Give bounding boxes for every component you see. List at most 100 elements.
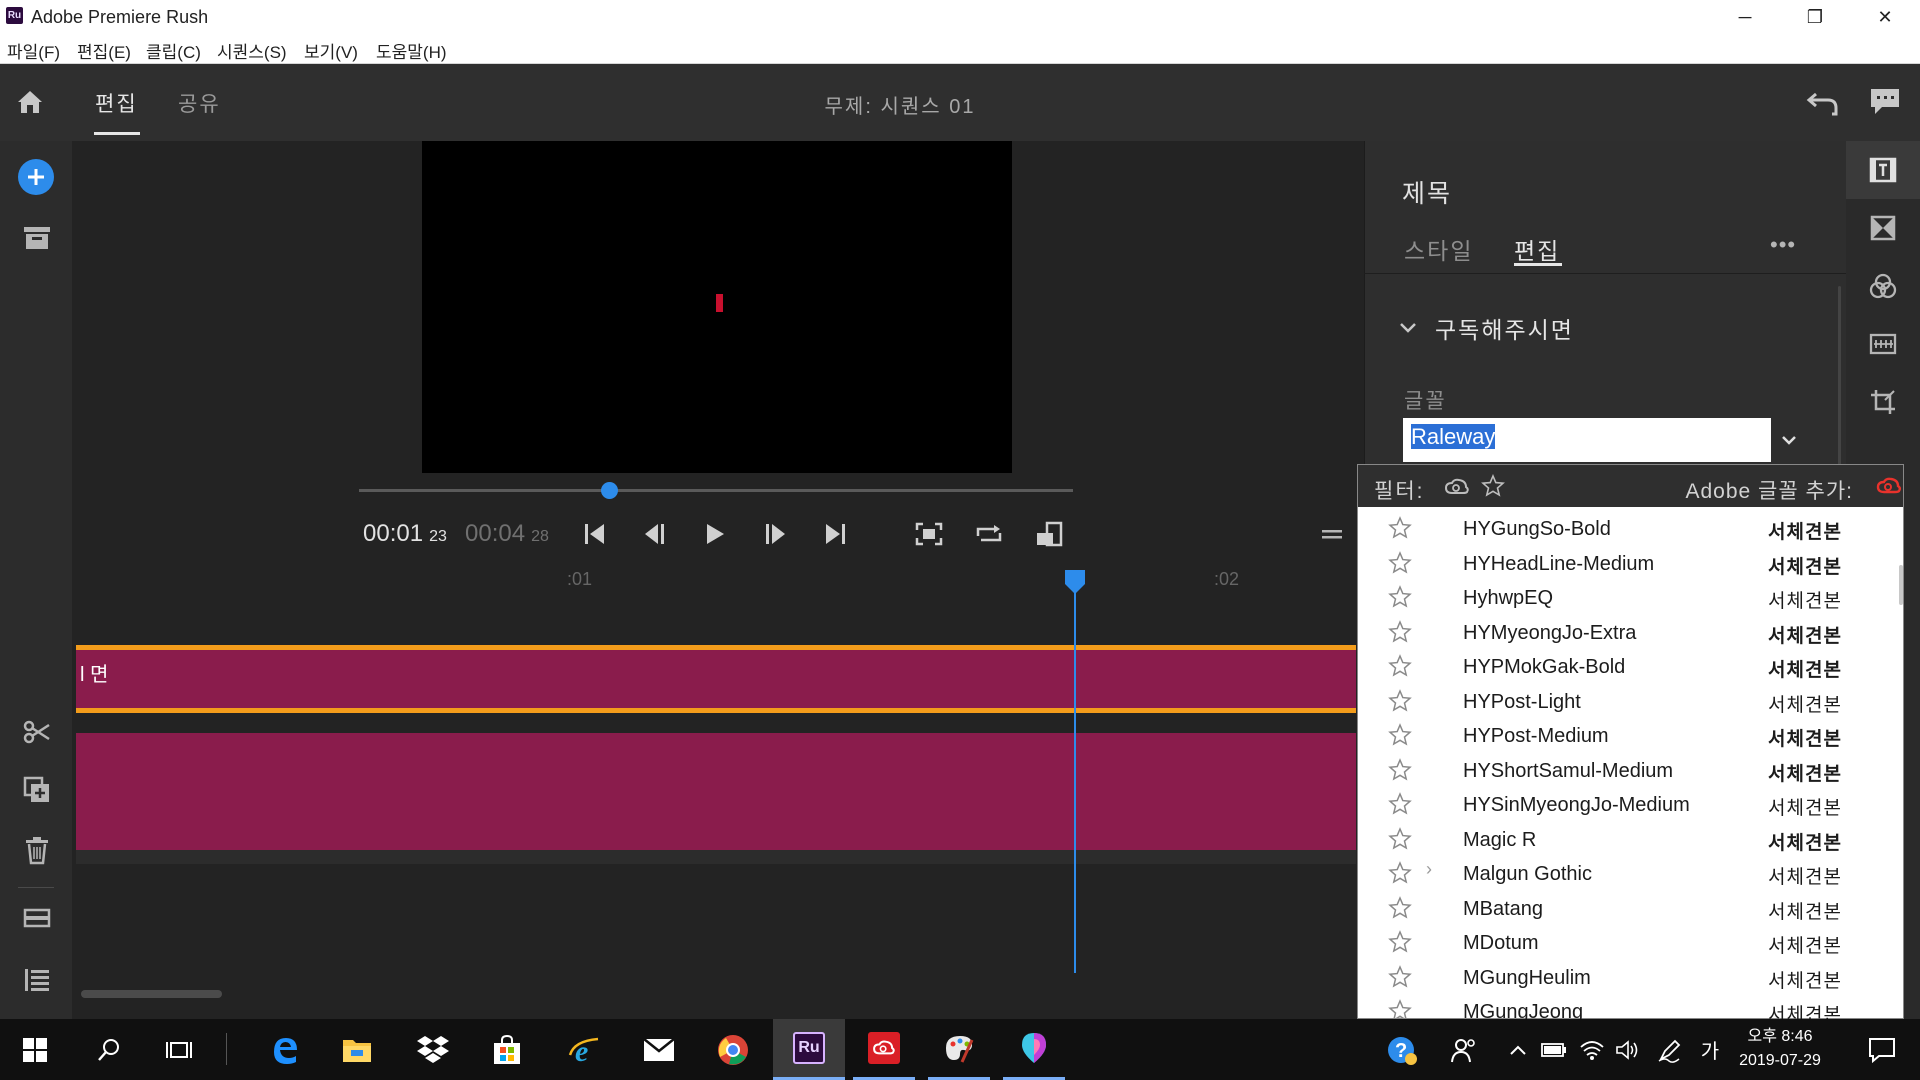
search-icon[interactable] xyxy=(78,1019,140,1080)
menu-edit[interactable]: 편집(E) xyxy=(77,38,131,63)
font-list-item[interactable]: HYMyeongJo-Extra 서체견본 xyxy=(1358,615,1903,650)
menu-file[interactable]: 파일(F) xyxy=(7,38,60,63)
menu-view[interactable]: 보기(V) xyxy=(304,38,358,63)
volume-icon[interactable] xyxy=(1610,1019,1646,1080)
panel-scrollbar[interactable] xyxy=(1838,286,1841,466)
creative-cloud-icon[interactable] xyxy=(1876,476,1902,496)
favorite-star-icon[interactable] xyxy=(1388,826,1412,856)
font-list-item[interactable]: HYPost-Light 서체견본 xyxy=(1358,684,1903,719)
battery-icon[interactable] xyxy=(1538,1019,1570,1080)
favorite-star-icon[interactable] xyxy=(1388,757,1412,787)
close-button[interactable]: ✕ xyxy=(1850,0,1920,34)
internet-explorer-icon[interactable]: e xyxy=(554,1019,616,1080)
font-list-item[interactable]: MGungJeong 서체견본 xyxy=(1358,994,1903,1020)
loop-icon[interactable] xyxy=(972,520,1006,548)
playback-scrubber[interactable] xyxy=(359,489,1073,492)
favorite-star-icon[interactable] xyxy=(1388,723,1412,752)
font-list-item[interactable]: HYPost-Medium 서체견본 xyxy=(1358,718,1903,753)
chevron-right-icon[interactable]: › xyxy=(1426,859,1432,880)
font-list-item[interactable]: MBatang 서체견본 xyxy=(1358,891,1903,926)
font-family-input[interactable]: Raleway xyxy=(1403,418,1771,462)
favorite-star-icon[interactable] xyxy=(1388,550,1412,580)
transitions-icon[interactable] xyxy=(1846,199,1920,257)
minimize-button[interactable]: ─ xyxy=(1710,0,1780,34)
video-clip[interactable] xyxy=(76,733,1356,850)
menu-clip[interactable]: 클립(C) xyxy=(146,38,201,63)
speed-icon[interactable] xyxy=(1846,315,1920,373)
track-layout-icon[interactable] xyxy=(22,907,52,929)
favorite-star-icon[interactable] xyxy=(1388,585,1412,614)
start-icon[interactable] xyxy=(0,1019,70,1080)
font-list-item[interactable]: HYGungSo-Bold 서체견본 xyxy=(1358,511,1903,546)
favorite-star-icon[interactable] xyxy=(1388,895,1412,925)
font-list-scrollbar[interactable] xyxy=(1899,565,1903,605)
step-forward-icon[interactable] xyxy=(758,520,792,548)
restore-button[interactable]: ❐ xyxy=(1780,0,1850,34)
notifications-icon[interactable] xyxy=(1850,1019,1914,1080)
favorite-star-icon[interactable] xyxy=(1388,930,1412,959)
edge-browser-icon[interactable] xyxy=(254,1019,316,1080)
font-list-item[interactable]: HYSinMyeongJo-Medium 서체견본 xyxy=(1358,787,1903,822)
playhead[interactable] xyxy=(1074,575,1076,973)
font-dropdown-button[interactable] xyxy=(1771,418,1807,462)
favorite-star-icon[interactable] xyxy=(1388,516,1412,545)
favorite-star-icon[interactable] xyxy=(1388,999,1412,1020)
title-clip[interactable]: l 면 xyxy=(76,645,1356,713)
scissors-icon[interactable] xyxy=(22,717,52,747)
creative-cloud-filter-icon[interactable] xyxy=(1444,477,1470,497)
titles-icon[interactable] xyxy=(1846,141,1920,199)
input-method-indicator[interactable]: 가 xyxy=(1694,1019,1726,1080)
panel-handle-icon[interactable] xyxy=(1320,525,1344,543)
go-to-end-icon[interactable] xyxy=(818,520,852,548)
font-list-item[interactable]: MDotum 서체견본 xyxy=(1358,925,1903,960)
menu-help[interactable]: 도움말(H) xyxy=(376,38,447,63)
timeline-ruler[interactable]: :01 :02 xyxy=(76,563,1356,597)
pen-icon[interactable] xyxy=(1650,1019,1690,1080)
color-icon[interactable] xyxy=(1846,257,1920,315)
menu-sequence[interactable]: 시퀀스(S) xyxy=(217,38,287,63)
title-text-preview[interactable] xyxy=(716,294,723,312)
track-list-icon[interactable] xyxy=(22,967,52,993)
paint-app-icon[interactable] xyxy=(928,1019,990,1080)
undo-icon[interactable] xyxy=(1806,88,1840,118)
chrome-icon[interactable] xyxy=(702,1019,764,1080)
scrubber-handle[interactable] xyxy=(600,482,618,499)
chevron-down-icon[interactable] xyxy=(1398,318,1418,338)
font-list-item[interactable]: Magic R 서체견본 xyxy=(1358,822,1903,857)
mail-icon[interactable] xyxy=(628,1019,690,1080)
font-list-item[interactable]: HyhwpEQ 서체견본 xyxy=(1358,580,1903,615)
font-list-item[interactable]: HYShortSamul-Medium 서체견본 xyxy=(1358,753,1903,788)
file-explorer-icon[interactable] xyxy=(326,1019,388,1080)
add-adobe-fonts-label[interactable]: Adobe 글꼴 추가: xyxy=(1685,475,1853,505)
timeline-scrollbar[interactable] xyxy=(81,990,222,998)
trash-icon[interactable] xyxy=(22,835,52,865)
font-list-item[interactable]: HYHeadLine-Medium 서체견본 xyxy=(1358,546,1903,581)
font-list-item[interactable]: HYPMokGak-Bold 서체견본 xyxy=(1358,649,1903,684)
task-view-icon[interactable] xyxy=(148,1019,210,1080)
favorite-star-icon[interactable] xyxy=(1388,619,1412,649)
media-bin-icon[interactable] xyxy=(22,225,52,251)
step-back-icon[interactable] xyxy=(638,520,672,548)
favorite-star-icon[interactable] xyxy=(1388,861,1412,890)
creative-cloud-app-icon[interactable] xyxy=(853,1019,915,1080)
paint-3d-icon[interactable] xyxy=(1003,1019,1065,1080)
playhead-handle-icon[interactable] xyxy=(1063,568,1087,596)
sequence-title[interactable]: 무제: 시퀀스 01 xyxy=(0,90,1800,119)
favorite-star-icon[interactable] xyxy=(1388,654,1412,683)
favorite-star-icon[interactable] xyxy=(1388,792,1412,821)
play-icon[interactable] xyxy=(698,520,732,548)
duplicate-icon[interactable] xyxy=(22,775,52,805)
add-media-icon[interactable] xyxy=(18,159,54,195)
favorite-filter-star-icon[interactable] xyxy=(1481,473,1505,498)
wifi-icon[interactable] xyxy=(1574,1019,1610,1080)
dropbox-icon[interactable] xyxy=(402,1019,464,1080)
tab-edit-title[interactable]: 편집 xyxy=(1514,232,1560,266)
chevron-up-icon[interactable] xyxy=(1502,1019,1534,1080)
people-icon[interactable] xyxy=(1444,1019,1484,1080)
font-list-item[interactable]: MGungHeulim 서체견본 xyxy=(1358,960,1903,995)
store-icon[interactable] xyxy=(476,1019,538,1080)
chat-icon[interactable] xyxy=(1868,86,1902,118)
aspect-ratio-icon[interactable] xyxy=(1032,520,1066,548)
favorite-star-icon[interactable] xyxy=(1388,688,1412,718)
tab-style[interactable]: 스타일 xyxy=(1404,232,1473,266)
